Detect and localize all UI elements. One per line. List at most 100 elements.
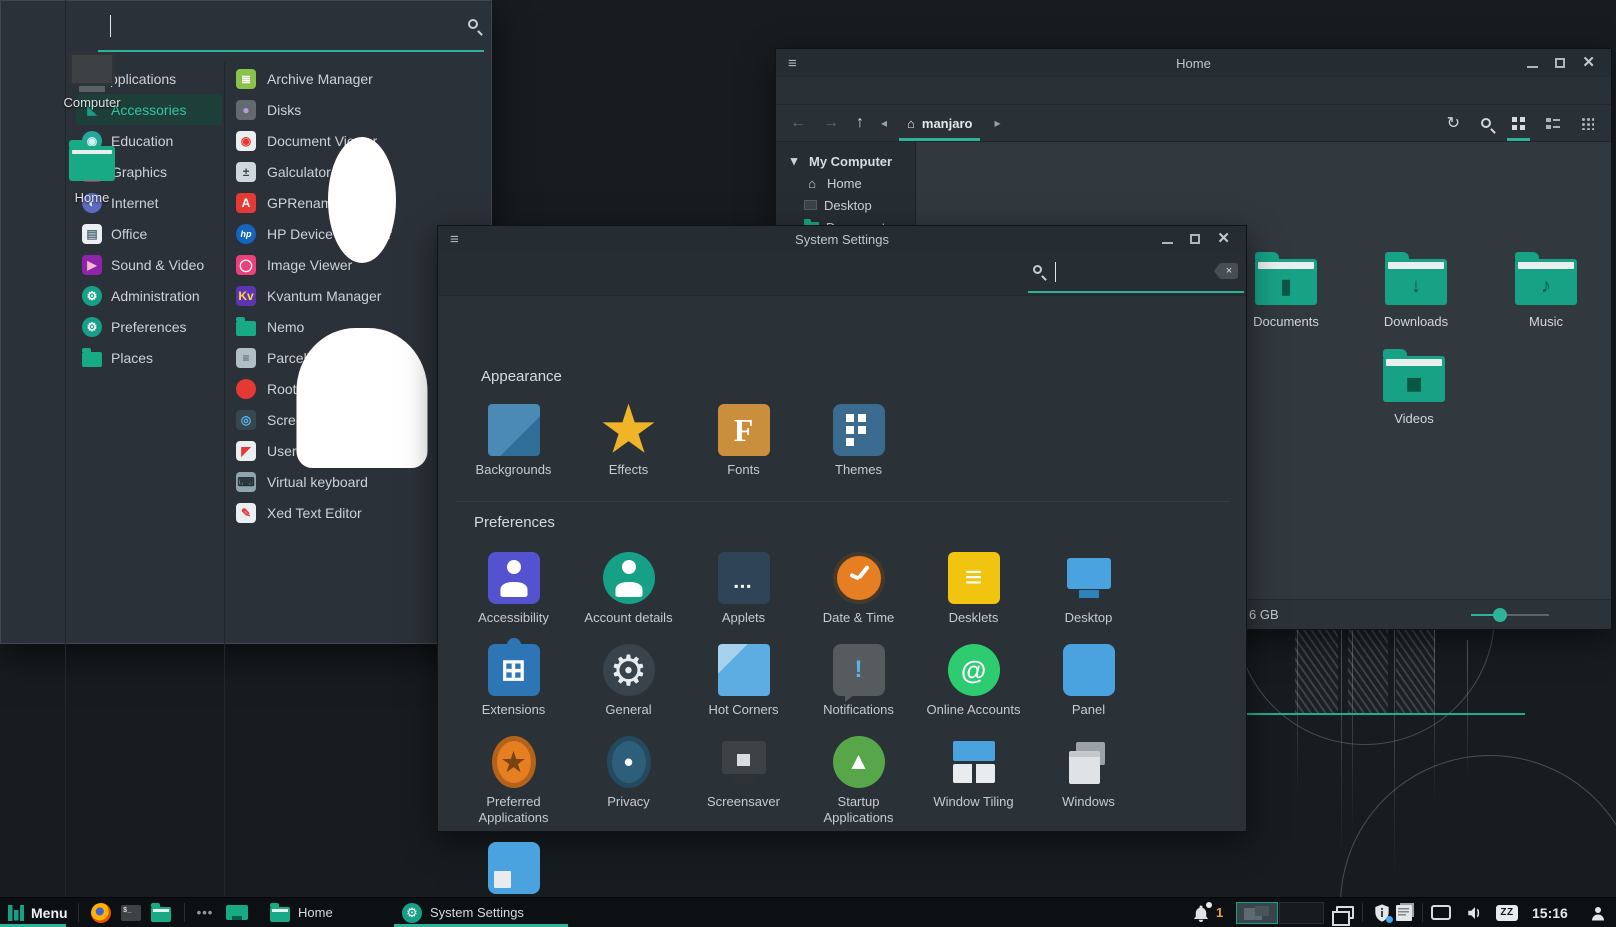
hamburger-menu-icon[interactable]: ≡ — [450, 231, 459, 248]
sidebar-item[interactable]: ▾ My Computer — [776, 150, 915, 172]
sidebar-item[interactable]: Desktop — [776, 194, 915, 216]
breadcrumb-home-button[interactable]: ⌂ manjaro — [895, 105, 984, 141]
session-button[interactable] — [18, 541, 48, 571]
file-manager-titlebar[interactable]: Home ≡ ✕ — [776, 49, 1611, 77]
app-item[interactable]: ● Disks — [236, 94, 488, 125]
clipboard-tray-item[interactable] — [1396, 898, 1412, 927]
favorite-app[interactable] — [18, 38, 48, 68]
windows-overview-icon — [1336, 906, 1354, 919]
firefox-launcher[interactable] — [88, 898, 114, 927]
settings-item[interactable]: Screensaver — [686, 736, 801, 825]
settings-item[interactable]: Desktop — [1031, 552, 1146, 626]
file-item[interactable]: ◼ Videos — [1349, 347, 1479, 426]
session-button[interactable] — [18, 489, 48, 519]
file-label: Downloads — [1384, 314, 1448, 329]
desktop-icon[interactable]: Computer — [57, 52, 127, 110]
maximize-button[interactable] — [1555, 58, 1565, 68]
breadcrumb-right-chevron-icon[interactable]: ▸ — [994, 116, 1000, 130]
minimize-button[interactable] — [1162, 242, 1173, 244]
settings-item[interactable]: Window Tiling — [916, 736, 1031, 825]
up-icon[interactable]: ↑ — [856, 114, 864, 132]
file-item[interactable]: ♪ Music — [1481, 250, 1611, 329]
forward-icon[interactable]: → — [823, 114, 839, 132]
favorite-app[interactable] — [18, 243, 48, 273]
favorite-app[interactable] — [18, 190, 48, 220]
text-cursor — [1055, 262, 1056, 282]
notifications-applet[interactable] — [1192, 898, 1210, 927]
reload-button[interactable]: ↻ — [1444, 105, 1463, 141]
favorite-app[interactable] — [18, 138, 48, 168]
files-launcher[interactable] — [148, 898, 174, 927]
clock[interactable]: 15:16 — [1532, 898, 1568, 927]
app-label: Disks — [267, 102, 301, 118]
expo-applet[interactable] — [1336, 898, 1354, 927]
settings-item[interactable]: ▲ Startup Applications — [801, 736, 916, 825]
category-item[interactable]: ⚙ Administration — [76, 280, 222, 311]
window-list-button[interactable]: ⚙ System Settings — [392, 898, 570, 927]
breadcrumb-left-chevron-icon[interactable]: ◂ — [881, 116, 887, 130]
list-view-button[interactable] — [1543, 105, 1563, 141]
settings-item[interactable]: @ Online Accounts — [916, 644, 1031, 718]
screenshot-icon: ◎ — [236, 410, 256, 430]
settings-item[interactable]: • Privacy — [571, 736, 686, 825]
zoom-slider[interactable] — [1471, 614, 1549, 616]
desktop-icon[interactable]: Home — [57, 140, 127, 205]
category-item[interactable]: Places — [76, 342, 222, 373]
volume-tray-item[interactable] — [1466, 898, 1484, 927]
maximize-button[interactable] — [1190, 234, 1200, 244]
system-settings-titlebar[interactable]: System Settings ≡ ✕ — [438, 226, 1246, 252]
inhibit-sleep-tray-item[interactable]: zz — [1496, 898, 1518, 927]
minimize-button[interactable] — [1527, 66, 1538, 68]
user-tray-item[interactable] — [1589, 898, 1607, 927]
window-list-button[interactable]: Home — [260, 898, 385, 927]
settings-item[interactable]: Themes — [801, 404, 916, 478]
close-button[interactable]: ✕ — [1582, 58, 1595, 68]
favorite-app[interactable] — [18, 90, 48, 120]
file-item[interactable]: ↓ Downloads — [1351, 250, 1481, 329]
workspace-switcher-1[interactable] — [1236, 898, 1278, 927]
settings-item[interactable]: Backgrounds — [456, 404, 571, 478]
settings-item[interactable]: ≡ Desklets — [916, 552, 1031, 626]
panel-applet-dots[interactable]: ••• — [192, 898, 218, 927]
settings-item-label: Hot Corners — [688, 702, 800, 718]
settings-item[interactable]: ⚙ General — [571, 644, 686, 718]
settings-item[interactable]: Date & Time — [801, 552, 916, 626]
menu-button[interactable]: Menu — [0, 898, 72, 927]
settings-item[interactable]: ▪▪▪ Applets — [686, 552, 801, 626]
breadcrumb-label: manjaro — [922, 116, 973, 131]
workspace-switcher-2[interactable] — [1279, 898, 1324, 927]
grid-view-button[interactable] — [1509, 105, 1528, 141]
settings-item[interactable]: ⊞ Extensions — [456, 644, 571, 718]
preferences-header: Preferences — [474, 514, 555, 531]
compact-view-button[interactable] — [1578, 105, 1597, 141]
hamburger-menu-icon[interactable]: ≡ — [788, 55, 797, 72]
settings-item[interactable]: ! Notifications — [801, 644, 916, 718]
settings-item-label: Accessibility — [458, 610, 570, 626]
session-button[interactable] — [18, 437, 48, 467]
settings-item[interactable]: Account details — [571, 552, 686, 626]
category-item[interactable]: ⚙ Preferences — [76, 311, 222, 342]
terminal-launcher[interactable]: $_ — [118, 898, 144, 927]
settings-item[interactable]: Windows — [1031, 736, 1146, 825]
app-item[interactable]: ≣ Archive Manager — [236, 63, 488, 94]
settings-item[interactable]: Hot Corners — [686, 644, 801, 718]
clear-search-icon[interactable]: × — [1220, 263, 1238, 279]
settings-item[interactable]: ★ Effects — [571, 404, 686, 478]
firewall-tray-item[interactable] — [1374, 898, 1390, 927]
settings-item[interactable]: Accessibility — [456, 552, 571, 626]
file-label: Documents — [1253, 314, 1319, 329]
documents-folder-icon: ▮ — [1255, 259, 1317, 305]
app-label: Kvantum Manager — [267, 288, 381, 304]
search-button[interactable] — [1478, 105, 1494, 141]
sidebar-item[interactable]: ⌂ Home — [776, 172, 915, 194]
back-icon[interactable]: ← — [790, 114, 806, 132]
show-desktop-applet[interactable] — [224, 898, 250, 927]
settings-item[interactable]: Panel — [1031, 644, 1146, 718]
file-item[interactable]: ▣ Pictures — [1611, 250, 1616, 329]
system-settings-icon: ⚙ — [402, 903, 422, 923]
category-item[interactable]: ▶ Sound & Video — [76, 249, 222, 280]
settings-item[interactable]: F Fonts — [686, 404, 801, 478]
close-button[interactable]: ✕ — [1217, 234, 1230, 244]
settings-item[interactable]: ★ Preferred Applications — [456, 736, 571, 825]
display-tray-item[interactable] — [1431, 898, 1451, 927]
